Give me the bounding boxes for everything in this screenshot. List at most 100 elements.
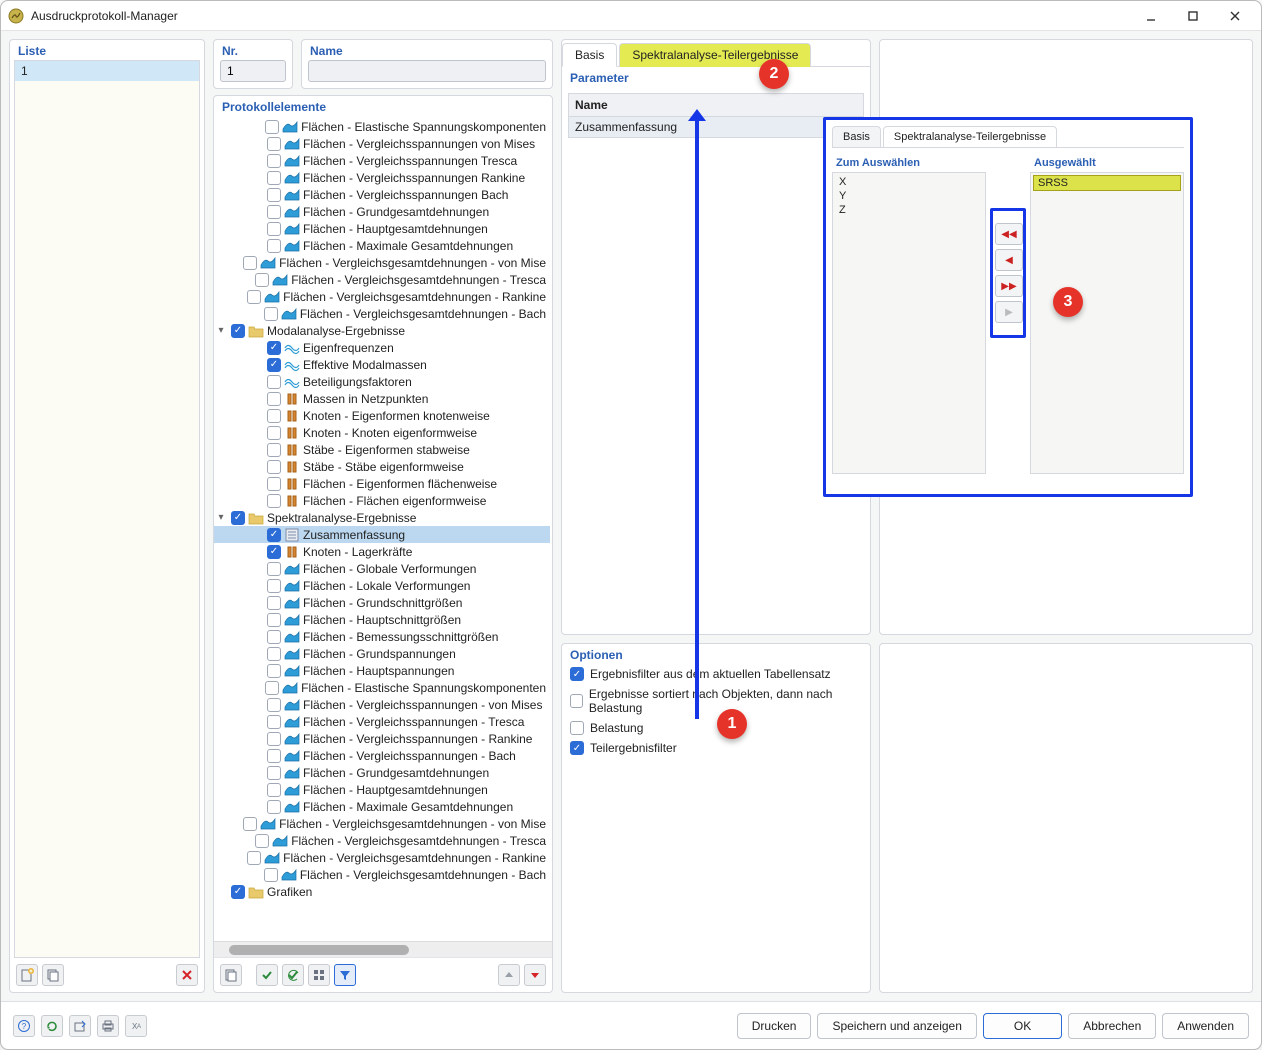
overlay-right-item[interactable]: SRSS (1033, 175, 1181, 191)
list-area[interactable]: 1 (14, 60, 200, 958)
tree-checkbox[interactable] (267, 664, 281, 678)
tree-row[interactable]: Flächen - Vergleichsspannungen Bach (214, 186, 550, 203)
tree-row[interactable]: Flächen - Vergleichsgesamtdehnungen - vo… (214, 815, 550, 832)
tree-checkbox[interactable] (267, 137, 281, 151)
tree-checkbox[interactable] (267, 222, 281, 236)
expand-toggle[interactable]: ▾ (214, 325, 228, 336)
tree-checkbox[interactable] (267, 375, 281, 389)
tree-checkbox[interactable] (264, 307, 278, 321)
tree-row[interactable]: Flächen - Hauptgesamtdehnungen (214, 781, 550, 798)
tree-checkbox[interactable] (265, 120, 279, 134)
overlay-right-list[interactable]: SRSS (1030, 172, 1184, 474)
move-left-button[interactable]: ◀ (995, 249, 1023, 271)
tree-checkbox[interactable] (267, 630, 281, 644)
tree-row[interactable]: Zusammenfassung (214, 526, 550, 543)
tree-row[interactable]: Flächen - Eigenformen flächenweise (214, 475, 550, 492)
tree-checkbox[interactable] (267, 341, 281, 355)
nr-input[interactable] (220, 60, 286, 82)
tree-checkbox[interactable] (267, 443, 281, 457)
tree-row[interactable]: Beteiligungsfaktoren (214, 373, 550, 390)
tree-row[interactable]: Flächen - Flächen eigenformweise (214, 492, 550, 509)
select-refresh-button[interactable] (282, 964, 304, 986)
tree-row[interactable]: Flächen - Vergleichsspannungen Rankine (214, 169, 550, 186)
copy-item-button[interactable] (42, 964, 64, 986)
tree-checkbox[interactable] (267, 647, 281, 661)
tree-row[interactable]: Flächen - Grundspannungen (214, 645, 550, 662)
tree-checkbox[interactable] (267, 205, 281, 219)
tree-checkbox[interactable] (267, 749, 281, 763)
tree-row[interactable]: Flächen - Vergleichsspannungen - Tresca (214, 713, 550, 730)
tree-checkbox[interactable] (243, 256, 257, 270)
minimize-button[interactable] (1131, 4, 1171, 28)
tree-checkbox[interactable] (247, 290, 261, 304)
tab-basis[interactable]: Basis (562, 43, 617, 67)
tree-row[interactable]: Stäbe - Stäbe eigenformweise (214, 458, 550, 475)
export-button[interactable] (69, 1015, 91, 1037)
tree-row[interactable]: Flächen - Vergleichsgesamtdehnungen - vo… (214, 254, 550, 271)
tree-row[interactable]: Knoten - Knoten eigenformweise (214, 424, 550, 441)
tree-row[interactable]: Flächen - Vergleichsgesamtdehnungen - Ra… (214, 849, 550, 866)
move-all-left-button[interactable]: ◀◀ (995, 223, 1023, 245)
tree-row[interactable]: Flächen - Hauptspannungen (214, 662, 550, 679)
tree-checkbox[interactable] (255, 834, 269, 848)
overlay-tab-spectral[interactable]: Spektralanalyse-Teilergebnisse (883, 126, 1057, 147)
tree-checkbox[interactable] (267, 409, 281, 423)
new-item-button[interactable] (16, 964, 38, 986)
move-down-button[interactable] (524, 964, 546, 986)
tree-row[interactable]: ▾Spektralanalyse-Ergebnisse (214, 509, 550, 526)
tree-row[interactable]: Flächen - Maximale Gesamtdehnungen (214, 798, 550, 815)
tree-row[interactable]: Flächen - Elastische Spannungskomponente… (214, 679, 550, 696)
tree-row[interactable]: Flächen - Grundgesamtdehnungen (214, 764, 550, 781)
tree-h-scrollbar[interactable] (214, 941, 552, 957)
tree-row[interactable]: Flächen - Hauptschnittgrößen (214, 611, 550, 628)
save-show-button[interactable]: Speichern und anzeigen (817, 1013, 976, 1039)
tree-row[interactable]: Flächen - Bemessungsschnittgrößen (214, 628, 550, 645)
overlay-left-item[interactable]: Z (835, 203, 983, 217)
tree-checkbox[interactable] (267, 392, 281, 406)
tree-row[interactable]: Flächen - Hauptgesamtdehnungen (214, 220, 550, 237)
tree-checkbox[interactable] (265, 681, 279, 695)
move-up-button[interactable] (498, 964, 520, 986)
tree-checkbox[interactable] (267, 698, 281, 712)
tree-checkbox[interactable] (267, 460, 281, 474)
tree-checkbox[interactable] (264, 868, 278, 882)
apply-button[interactable]: Anwenden (1162, 1013, 1249, 1039)
tree-row[interactable]: Flächen - Vergleichsspannungen von Mises (214, 135, 550, 152)
protocol-tree[interactable]: Flächen - Elastische Spannungskomponente… (214, 116, 552, 941)
tree-checkbox[interactable] (267, 171, 281, 185)
tree-row[interactable]: Eigenfrequenzen (214, 339, 550, 356)
tree-row[interactable]: Flächen - Vergleichsgesamtdehnungen - Tr… (214, 271, 550, 288)
overlay-left-list[interactable]: X Y Z (832, 172, 986, 474)
opt-partial-checkbox[interactable] (570, 741, 584, 755)
paste-button[interactable] (220, 964, 242, 986)
select-all-button[interactable] (256, 964, 278, 986)
tree-row[interactable]: Flächen - Vergleichsspannungen - Rankine (214, 730, 550, 747)
cancel-button[interactable]: Abbrechen (1068, 1013, 1156, 1039)
tree-row[interactable]: Flächen - Vergleichsgesamtdehnungen - Ra… (214, 288, 550, 305)
tree-row[interactable]: Effektive Modalmassen (214, 356, 550, 373)
tree-row[interactable]: Flächen - Vergleichsspannungen Tresca (214, 152, 550, 169)
tree-row[interactable]: Flächen - Vergleichsgesamtdehnungen - Tr… (214, 832, 550, 849)
tree-checkbox[interactable] (267, 579, 281, 593)
tree-checkbox[interactable] (231, 324, 245, 338)
tree-row[interactable]: Flächen - Grundschnittgrößen (214, 594, 550, 611)
filter-toggle-button[interactable] (334, 964, 356, 986)
tree-checkbox[interactable] (267, 596, 281, 610)
overlay-left-item[interactable]: X (835, 175, 983, 189)
tree-row[interactable]: Flächen - Vergleichsspannungen - von Mis… (214, 696, 550, 713)
tree-checkbox[interactable] (255, 273, 269, 287)
tree-checkbox[interactable] (231, 885, 245, 899)
tree-checkbox[interactable] (267, 783, 281, 797)
tree-row[interactable]: Flächen - Grundgesamtdehnungen (214, 203, 550, 220)
opt-sort-checkbox[interactable] (570, 694, 583, 708)
opt-loading-checkbox[interactable] (570, 721, 584, 735)
tree-checkbox[interactable] (243, 817, 257, 831)
list-item[interactable]: 1 (15, 61, 199, 81)
delete-item-button[interactable] (176, 964, 198, 986)
tree-checkbox[interactable] (247, 851, 261, 865)
tree-row[interactable]: Flächen - Vergleichsgesamtdehnungen - Ba… (214, 305, 550, 322)
name-input[interactable] (308, 60, 546, 82)
tree-checkbox[interactable] (267, 358, 281, 372)
tree-row[interactable]: Flächen - Vergleichsspannungen - Bach (214, 747, 550, 764)
opt-filter-checkbox[interactable] (570, 667, 584, 681)
